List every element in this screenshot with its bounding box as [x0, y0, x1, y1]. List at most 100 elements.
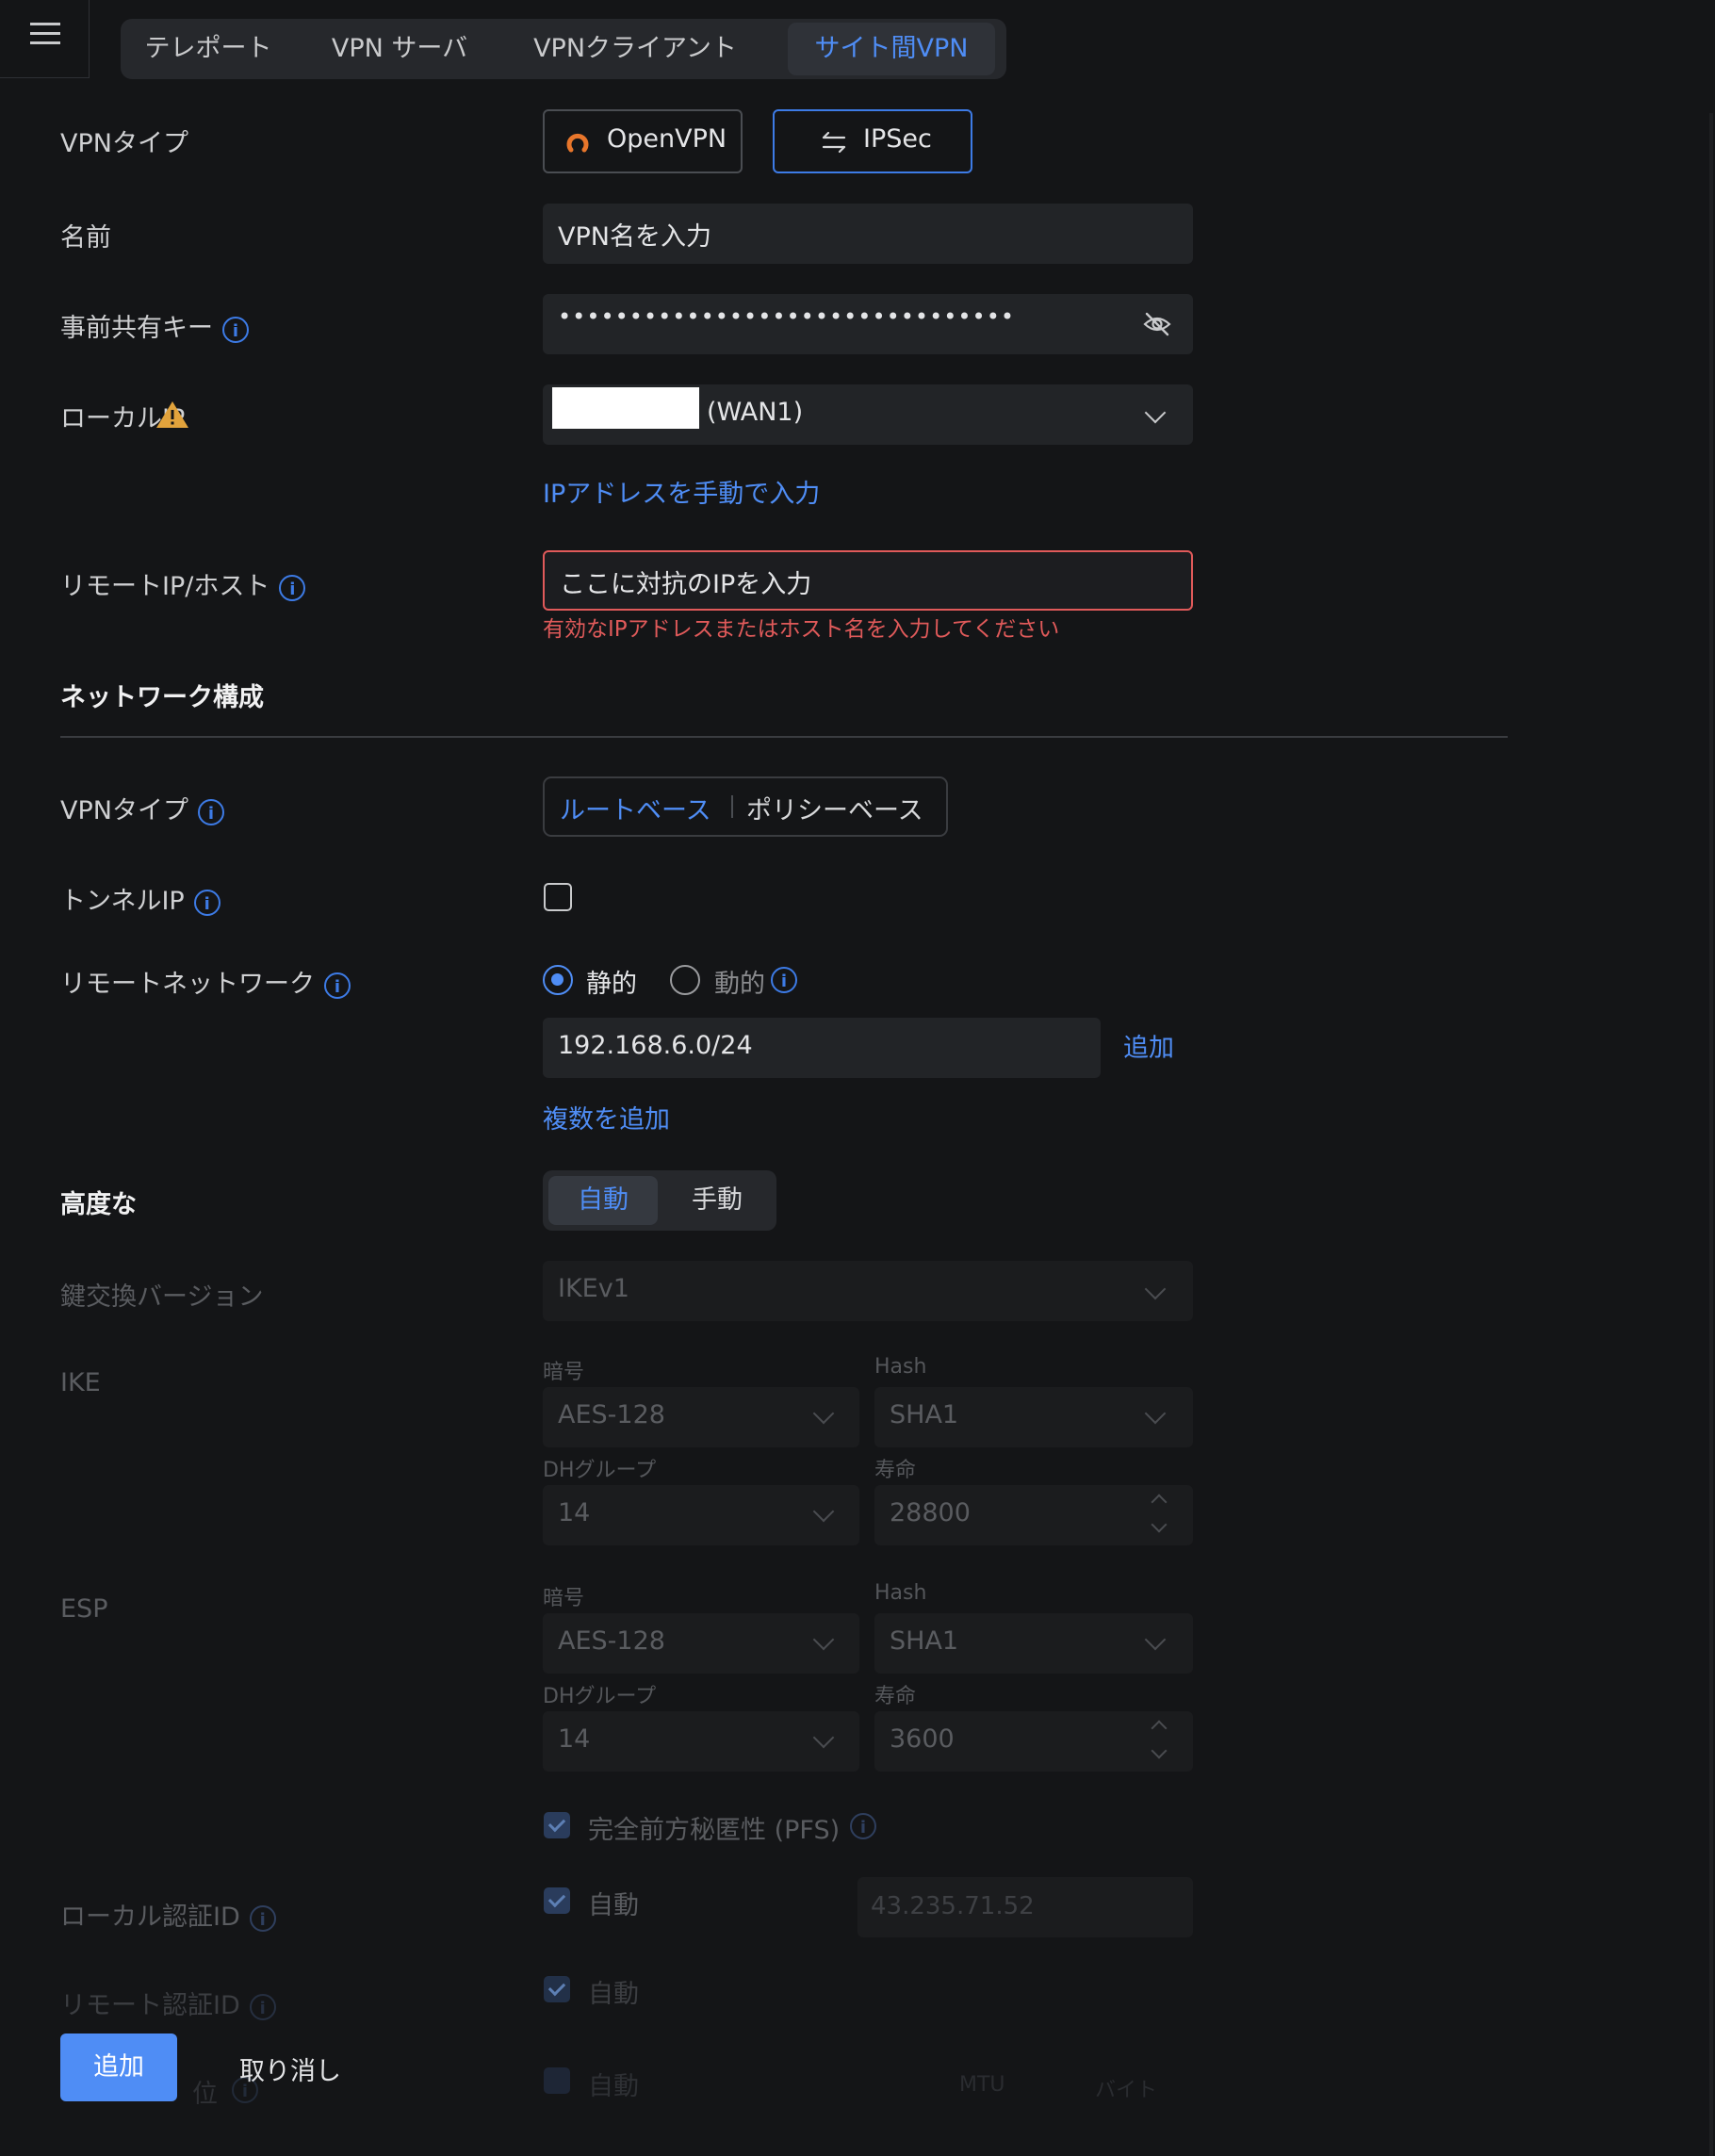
local-auth-input[interactable]: 43.235.71.52 [858, 1877, 1193, 1937]
psk-masked-value: •••••••••••••••••••••••••••••••• [558, 303, 1015, 330]
info-icon[interactable]: i [249, 1993, 276, 2020]
ike-dh-select[interactable]: 14 [543, 1485, 859, 1545]
stepper-up-icon[interactable] [1151, 1720, 1168, 1737]
section-divider [60, 736, 1508, 738]
route-policy-toggle: ルートベース ポリシーベース [543, 776, 948, 837]
add-button[interactable]: 追加 [60, 2034, 177, 2101]
dynamic-radio-label: 動的 [714, 970, 765, 999]
add-multiple-link[interactable]: 複数を追加 [543, 1099, 670, 1135]
ipsec-option[interactable]: IPSec [773, 109, 972, 173]
route-based-option[interactable]: ルートベース [560, 790, 711, 826]
swap-arrows-icon [822, 131, 846, 154]
local-ip-select[interactable]: (WAN1) [543, 384, 1193, 445]
ike-cipher-value: AES-128 [558, 1400, 665, 1429]
pfs-label: 完全前方秘匿性 (PFS) [588, 1816, 841, 1845]
name-input-value: VPN名を入力 [558, 222, 711, 252]
ike-cipher-label: 暗号 [543, 1361, 585, 1384]
name-input[interactable]: VPN名を入力 [543, 204, 1193, 264]
psk-label: 事前共有キー i [60, 307, 249, 344]
local-auth-auto-checkbox[interactable] [544, 1887, 570, 1914]
key-exchange-value: IKEv1 [558, 1274, 629, 1303]
esp-cipher-value: AES-128 [558, 1626, 665, 1656]
info-icon[interactable]: i [324, 972, 351, 999]
esp-cipher-select[interactable]: AES-128 [543, 1613, 859, 1674]
pfs-checkbox[interactable] [544, 1812, 570, 1838]
chevron-down-icon [1144, 1402, 1167, 1425]
chevron-down-icon [1144, 401, 1167, 424]
static-radio[interactable] [543, 965, 573, 995]
ike-life-label: 寿命 [874, 1459, 917, 1482]
remote-network-label: リモートネットワーク i [60, 963, 351, 1000]
key-exchange-label: 鍵交換バージョン [60, 1282, 264, 1312]
esp-dh-select[interactable]: 14 [543, 1711, 859, 1772]
tab-site-to-site-vpn[interactable]: サイト間VPN [788, 23, 995, 75]
remote-ip-label: リモートIP/ホスト i [60, 565, 306, 602]
cancel-button[interactable]: 取り消し [239, 2050, 341, 2087]
network-section-heading: ネットワーク構成 [60, 683, 264, 712]
advanced-mode-toggle: 自動 手動 [543, 1170, 776, 1231]
policy-based-option[interactable]: ポリシーベース [746, 790, 923, 826]
ike-hash-label: Hash [874, 1355, 927, 1379]
openvpn-logo-icon [566, 133, 589, 153]
esp-hash-value: SHA1 [890, 1626, 959, 1656]
info-icon[interactable]: i [197, 798, 224, 825]
local-ip-label: ローカルIP [60, 398, 188, 434]
esp-dh-label: DHグループ [543, 1685, 657, 1708]
chevron-down-icon [1144, 1278, 1167, 1300]
redacted-ip-block [552, 387, 699, 429]
esp-hash-select[interactable]: SHA1 [874, 1613, 1193, 1674]
ike-life-value: 28800 [890, 1498, 971, 1527]
key-exchange-select[interactable]: IKEv1 [543, 1261, 1193, 1321]
tab-vpn-client[interactable]: VPNクライアント [524, 23, 746, 75]
info-icon[interactable]: i [193, 889, 220, 916]
mtu-unit-b: バイト [1095, 2079, 1158, 2102]
menu-icon [30, 23, 60, 25]
info-icon[interactable]: i [279, 574, 306, 601]
esp-hash-label: Hash [874, 1581, 927, 1605]
remote-ip-error: 有効なIPアドレスまたはホスト名を入力してください [543, 617, 1060, 642]
tab-vpn-server[interactable]: VPN サーバ [330, 23, 469, 75]
remote-auth-auto-checkbox[interactable] [544, 1976, 570, 2002]
local-auth-auto-label: 自動 [588, 1891, 639, 1920]
vpn-type-label: VPNタイプ [60, 129, 188, 158]
local-ip-interface: (WAN1) [707, 398, 804, 427]
manual-mode-option[interactable]: 手動 [663, 1176, 771, 1225]
stepper-down-icon[interactable] [1151, 1742, 1168, 1759]
esp-life-value: 3600 [890, 1724, 955, 1754]
openvpn-option[interactable]: OpenVPN [543, 109, 743, 173]
info-icon[interactable]: i [850, 1813, 876, 1839]
esp-life-input[interactable]: 3600 [874, 1711, 1193, 1772]
toggle-divider [731, 795, 733, 818]
chevron-down-icon [1144, 1628, 1167, 1651]
ike-cipher-select[interactable]: AES-128 [543, 1387, 859, 1447]
psk-input[interactable]: •••••••••••••••••••••••••••••••• [543, 294, 1193, 354]
esp-dh-value: 14 [558, 1724, 591, 1754]
chevron-down-icon [812, 1402, 835, 1425]
name-label: 名前 [60, 223, 111, 253]
tunnel-ip-checkbox[interactable] [544, 883, 572, 911]
remote-ip-input-value: ここに対抗のIPを入力 [560, 570, 812, 599]
ike-hash-value: SHA1 [890, 1400, 959, 1429]
info-icon[interactable]: i [222, 316, 249, 343]
ike-hash-select[interactable]: SHA1 [874, 1387, 1193, 1447]
dynamic-radio[interactable] [670, 965, 700, 995]
ike-life-input[interactable]: 28800 [874, 1485, 1193, 1545]
esp-cipher-label: 暗号 [543, 1587, 585, 1610]
stepper-down-icon[interactable] [1151, 1516, 1168, 1533]
add-subnet-link[interactable]: 追加 [1123, 1027, 1174, 1064]
stepper-up-icon[interactable] [1151, 1494, 1168, 1511]
network-vpn-type-label: VPNタイプ i [60, 790, 224, 826]
ike-dh-label: DHグループ [543, 1459, 657, 1482]
chevron-down-icon [812, 1628, 835, 1651]
mtu-auto-checkbox[interactable] [544, 2067, 570, 2094]
remote-subnet-input[interactable]: 192.168.6.0/24 [543, 1018, 1101, 1078]
tab-teleport[interactable]: テレポート [138, 23, 279, 75]
eye-slash-icon[interactable] [1142, 311, 1172, 337]
remote-ip-input[interactable]: ここに対抗のIPを入力 [543, 550, 1193, 611]
info-icon[interactable]: i [771, 967, 797, 993]
hamburger-menu-button[interactable] [0, 0, 90, 78]
scrollbar-track[interactable] [1709, 113, 1713, 2156]
auto-mode-option[interactable]: 自動 [548, 1176, 658, 1225]
info-icon[interactable]: i [249, 1904, 276, 1932]
manual-ip-link[interactable]: IPアドレスを手動で入力 [543, 473, 820, 510]
